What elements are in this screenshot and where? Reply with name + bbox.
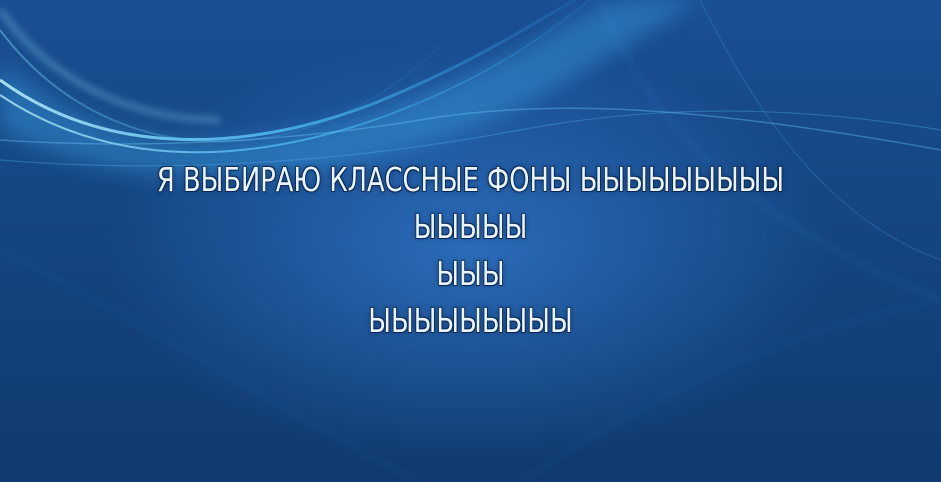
caption-line-1: Я ВЫБИРАЮ КЛАССНЫЕ ФОНЫ ЫЫЫЫЫЫЫЫЫ — [156, 160, 785, 199]
caption-line-3: ЫЫЫ — [436, 254, 505, 293]
caption-line-2: ЫЫЫЫЫ — [413, 207, 528, 246]
slide-background: Я ВЫБИРАЮ КЛАССНЫЕ ФОНЫ ЫЫЫЫЫЫЫЫЫ ЫЫЫЫЫ … — [0, 0, 941, 482]
caption-line-4: ЫЫЫЫЫЫЫЫЫ — [368, 301, 573, 340]
slide-caption: Я ВЫБИРАЮ КЛАССНЫЕ ФОНЫ ЫЫЫЫЫЫЫЫЫ ЫЫЫЫЫ … — [104, 156, 838, 344]
